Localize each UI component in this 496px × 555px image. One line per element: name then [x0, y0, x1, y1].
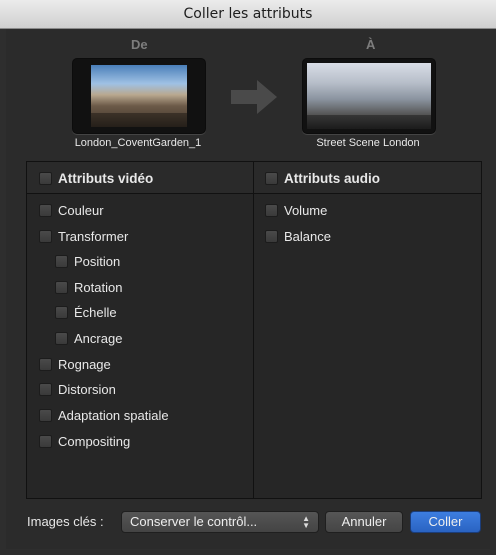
attribute-label: Compositing — [58, 433, 131, 449]
audio-attributes-header: Attributs audio — [284, 170, 380, 186]
destination-label: À — [366, 37, 376, 52]
source-clip-image — [91, 65, 187, 127]
video-attribute-couleur[interactable]: Couleur — [39, 200, 104, 220]
checkbox-icon[interactable] — [55, 280, 68, 294]
video-attribute-compositing[interactable]: Compositing — [39, 431, 130, 451]
checkbox-icon[interactable] — [39, 434, 52, 448]
video-attribute-echelle[interactable]: Échelle — [55, 302, 117, 322]
column-divider — [253, 162, 254, 498]
checkbox-icon[interactable] — [39, 408, 52, 422]
video-attributes-header-checkbox[interactable]: Attributs vidéo — [39, 168, 153, 188]
checkbox-icon[interactable] — [39, 229, 52, 243]
checkbox-icon[interactable] — [39, 171, 52, 185]
attribute-label: Position — [74, 253, 121, 269]
video-attribute-rognage[interactable]: Rognage — [39, 354, 111, 374]
window-title: Coller les attributs — [183, 6, 313, 22]
destination-clip-image — [307, 63, 431, 129]
keyframes-value: Conserver le contrôl... — [130, 514, 258, 529]
audio-attributes-header-checkbox[interactable]: Attributs audio — [265, 168, 380, 188]
video-attribute-adaptation-spatiale[interactable]: Adaptation spatiale — [39, 405, 169, 425]
attribute-label: Adaptation spatiale — [58, 407, 169, 423]
checkbox-icon[interactable] — [55, 305, 68, 319]
checkbox-icon[interactable] — [39, 382, 52, 396]
checkbox-icon[interactable] — [265, 229, 278, 243]
source-label: De — [131, 37, 148, 52]
attributes-panel: Attributs vidéo Attributs audio Couleur … — [26, 161, 482, 499]
audio-attribute-balance[interactable]: Balance — [265, 226, 331, 246]
video-attribute-position[interactable]: Position — [55, 251, 120, 271]
attribute-label: Échelle — [74, 304, 117, 320]
keyframes-label: Images clés : — [27, 514, 104, 529]
keyframes-popup[interactable]: Conserver le contrôl... ▲ ▼ — [121, 511, 319, 533]
source-clip-thumbnail — [72, 58, 206, 134]
attribute-label: Couleur — [58, 202, 104, 218]
checkbox-icon[interactable] — [39, 357, 52, 371]
video-attribute-distorsion[interactable]: Distorsion — [39, 379, 116, 399]
video-attributes-header: Attributs vidéo — [58, 170, 154, 186]
paste-button[interactable]: Coller — [410, 511, 481, 533]
destination-clip-name: Street Scene London — [316, 137, 420, 149]
attribute-label: Rotation — [74, 279, 123, 295]
video-attribute-ancrage[interactable]: Ancrage — [55, 328, 122, 348]
checkbox-icon[interactable] — [265, 171, 278, 185]
checkbox-icon[interactable] — [39, 203, 52, 217]
video-attribute-rotation[interactable]: Rotation — [55, 277, 122, 297]
attribute-label: Balance — [284, 228, 331, 244]
checkbox-icon[interactable] — [55, 254, 68, 268]
window-titlebar: Coller les attributs — [0, 0, 496, 29]
destination-clip-thumbnail — [302, 58, 436, 134]
attribute-label: Transformer — [58, 228, 129, 244]
source-clip-name: London_CoventGarden_1 — [74, 137, 202, 149]
checkbox-icon[interactable] — [55, 331, 68, 345]
attribute-label: Volume — [284, 202, 328, 218]
stepper-arrows-icon: ▲ ▼ — [302, 514, 310, 530]
checkbox-icon[interactable] — [265, 203, 278, 217]
cancel-button[interactable]: Annuler — [325, 511, 403, 533]
video-attribute-transformer[interactable]: Transformer — [39, 226, 128, 246]
attribute-label: Rognage — [58, 356, 111, 372]
audio-attribute-volume[interactable]: Volume — [265, 200, 327, 220]
arrow-right-icon — [231, 80, 277, 114]
attribute-label: Distorsion — [58, 381, 116, 397]
attribute-label: Ancrage — [74, 330, 123, 346]
